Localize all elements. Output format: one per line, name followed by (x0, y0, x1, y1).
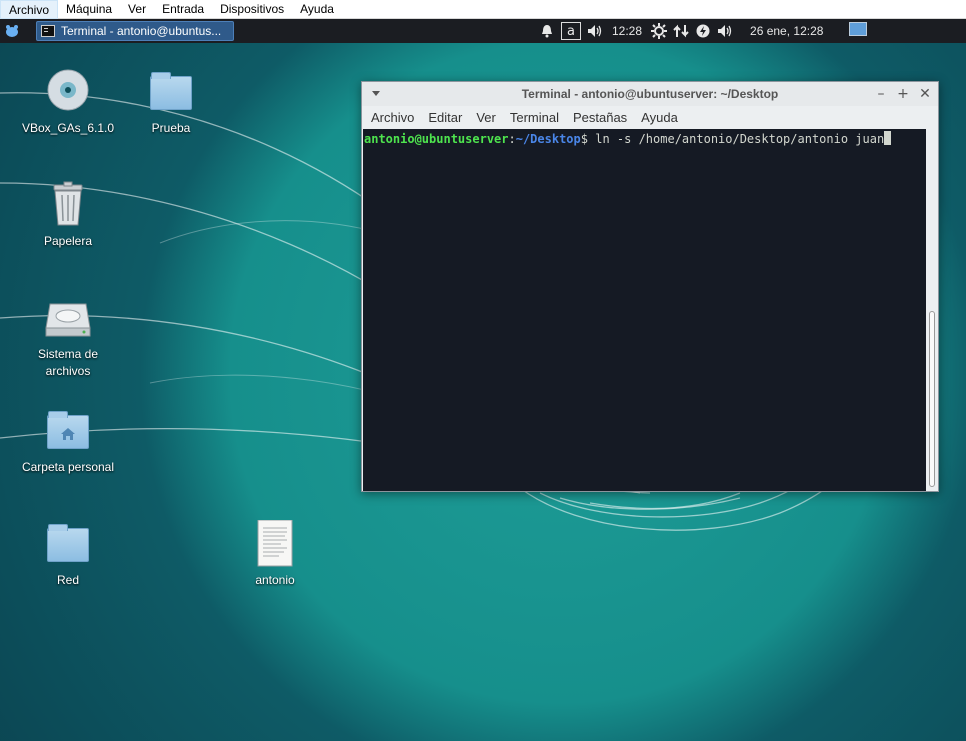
terminal-title: Terminal - antonio@ubuntuserver: ~/Deskt… (521, 87, 779, 101)
terminal-menu-archivo[interactable]: Archivo (364, 110, 421, 125)
prompt-symbol: $ (580, 132, 596, 146)
minimize-icon[interactable]: – (873, 86, 889, 102)
close-icon[interactable]: ✕ (917, 86, 933, 102)
desktop-icon-home-folder[interactable]: Carpeta personal (18, 407, 118, 476)
keyboard-layout-indicator[interactable]: a (561, 22, 581, 40)
desktop-icon-filesystem[interactable]: Sistema de archivos (18, 294, 118, 380)
prompt-path: ~/Desktop (515, 132, 581, 146)
desktop-icon-vbox-cd[interactable]: VBox_GAs_6.1.0 (18, 68, 118, 137)
vbox-menu-ver[interactable]: Ver (120, 0, 154, 19)
xfce-mouse-icon (6, 25, 18, 37)
power-icon[interactable] (692, 19, 714, 43)
desktop-icon-papelera[interactable]: Papelera (18, 181, 118, 250)
desktop-icon-label: antonio (255, 573, 295, 587)
vbox-menu-archivo[interactable]: Archivo (0, 0, 59, 19)
system-tray: a 12:28 26 ene, 12:28 (536, 19, 829, 43)
terminal-output[interactable]: antonio@ubuntuserver:~/Desktop$ ln -s /h… (363, 129, 926, 491)
panel-clock-time[interactable]: 12:28 (606, 24, 648, 38)
desktop-icon-label: Carpeta personal (21, 460, 115, 474)
cd-icon (44, 68, 92, 116)
document-icon (251, 519, 299, 568)
desktop-icon-antonio[interactable]: antonio (225, 519, 325, 589)
vbox-menubar: Archivo Máquina Ver Entrada Dispositivos… (0, 0, 966, 19)
panel-date-time[interactable]: 26 ene, 12:28 (744, 24, 829, 38)
whisker-menu-button[interactable] (0, 19, 24, 43)
vbox-menu-maquina[interactable]: Máquina (58, 0, 120, 19)
prompt-user-host: antonio@ubuntuserver (364, 132, 509, 146)
terminal-window[interactable]: Terminal - antonio@ubuntuserver: ~/Deskt… (361, 81, 939, 492)
top-panel: Terminal - antonio@ubuntus... a 12:28 26… (0, 19, 966, 43)
volume-icon[interactable] (714, 19, 736, 43)
folder-icon (44, 520, 92, 568)
prompt-separator: : (508, 132, 516, 146)
terminal-menu-ver[interactable]: Ver (469, 110, 503, 125)
terminal-scrollbar[interactable] (926, 129, 938, 491)
desktop-icon-label: Red (56, 573, 79, 587)
vbox-menu-entrada[interactable]: Entrada (154, 0, 212, 19)
trash-icon (44, 181, 92, 229)
workspace-switcher[interactable] (849, 22, 867, 36)
taskbar-terminal-label: Terminal - antonio@ubuntus... (61, 24, 222, 38)
maximize-icon[interactable]: + (895, 86, 911, 102)
terminal-menubar: Archivo Editar Ver Terminal Pestañas Ayu… (362, 106, 938, 129)
terminal-app-icon (41, 25, 55, 37)
home-folder-icon (44, 407, 92, 455)
terminal-menu-terminal[interactable]: Terminal (503, 110, 566, 125)
drive-icon (44, 294, 92, 342)
command-input[interactable]: ln -s /home/antonio/Desktop/antonio juan (595, 132, 884, 146)
terminal-cursor (884, 131, 892, 145)
desktop-icon-label: Sistema de archivos (37, 347, 99, 378)
terminal-menu-ayuda[interactable]: Ayuda (634, 110, 685, 125)
taskbar-terminal-button[interactable]: Terminal - antonio@ubuntus... (36, 21, 234, 41)
desktop-icon-label: Papelera (43, 234, 93, 248)
terminal-titlebar[interactable]: Terminal - antonio@ubuntuserver: ~/Deskt… (362, 82, 938, 106)
gear-icon[interactable] (648, 19, 670, 43)
terminal-menu-editar[interactable]: Editar (421, 110, 469, 125)
terminal-menu-pestanas[interactable]: Pestañas (566, 110, 634, 125)
desktop-icon-red[interactable]: Red (18, 520, 118, 589)
vbox-menu-dispositivos[interactable]: Dispositivos (212, 0, 292, 19)
desktop-icon-label: VBox_GAs_6.1.0 (21, 121, 115, 135)
scrollbar-thumb[interactable] (929, 311, 935, 487)
window-menu-icon[interactable] (372, 91, 380, 96)
vbox-menu-ayuda[interactable]: Ayuda (292, 0, 342, 19)
folder-icon (147, 68, 195, 116)
network-icon[interactable] (670, 19, 692, 43)
volume-icon[interactable] (584, 19, 606, 43)
desktop-icon-label: Prueba (151, 121, 191, 135)
desktop-icon-prueba[interactable]: Prueba (121, 68, 221, 137)
bell-icon[interactable] (536, 19, 558, 43)
